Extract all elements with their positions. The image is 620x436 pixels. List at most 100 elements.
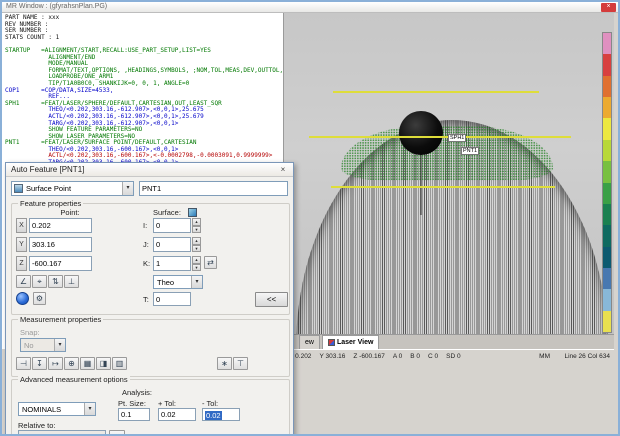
vector-flip-button[interactable]: ⇄ bbox=[204, 256, 217, 269]
status-field: C 0 bbox=[428, 353, 438, 360]
grid-sample-icon[interactable]: ▦ bbox=[80, 357, 95, 370]
nominals-select-value: NOMINALS bbox=[19, 405, 84, 414]
point-z-button[interactable]: Z bbox=[16, 256, 27, 271]
surface-picker-icon[interactable] bbox=[188, 208, 197, 217]
vector-i-field[interactable] bbox=[153, 218, 191, 233]
coordinate-readout: X 0.202Y 303.16Z -600.167A 0B 0C 0SD 0 bbox=[289, 353, 461, 360]
pt-size-label: Pt. Size: bbox=[118, 399, 146, 408]
status-field: SD 0 bbox=[446, 353, 460, 360]
feature-name-input[interactable] bbox=[139, 181, 288, 196]
burst-icon[interactable]: ∗ bbox=[217, 357, 232, 370]
vector-i-spinner: ▴ ▾ bbox=[192, 218, 201, 233]
color-scale-segment bbox=[603, 311, 611, 332]
spin-down-button[interactable]: ▾ bbox=[192, 264, 201, 272]
view-tabbar: ew Laser View bbox=[284, 334, 614, 349]
vector-k-label: K: bbox=[143, 259, 150, 268]
feature-label-sph1: SPH1 bbox=[448, 134, 466, 142]
chevron-down-icon[interactable]: ▾ bbox=[191, 276, 202, 288]
read-point-button[interactable] bbox=[16, 292, 29, 305]
angle-vector-icon[interactable]: ∠ bbox=[16, 275, 31, 288]
laser-3d-view[interactable]: SPH1 PNT1 ew Laser View bbox=[283, 13, 614, 349]
spin-up-button[interactable]: ▴ bbox=[192, 218, 201, 226]
axis-normal-icon[interactable]: ⊥ bbox=[64, 275, 79, 288]
box-filter-icon[interactable]: ◨ bbox=[96, 357, 111, 370]
plus-tol-label: + Tol: bbox=[158, 399, 176, 408]
group-advanced-title: Advanced measurement options bbox=[18, 375, 130, 384]
group-measurement-title: Measurement properties bbox=[18, 315, 103, 324]
point-x-field[interactable] bbox=[29, 218, 92, 233]
point-y-button[interactable]: Y bbox=[16, 237, 27, 252]
relative-to-field[interactable] bbox=[18, 430, 106, 436]
point-x-button[interactable]: X bbox=[16, 218, 27, 233]
window-close-button[interactable]: × bbox=[601, 3, 616, 12]
code-line: STATS COUNT : 1 bbox=[5, 35, 283, 42]
spin-up-button[interactable]: ▴ bbox=[192, 256, 201, 264]
color-scale-segment bbox=[603, 204, 611, 225]
tab-laser-view[interactable]: Laser View bbox=[322, 335, 379, 349]
collapse-button[interactable]: << bbox=[255, 292, 288, 307]
minus-tol-field[interactable]: 0.02 bbox=[202, 408, 240, 421]
spin-down-button[interactable]: ▾ bbox=[192, 245, 201, 253]
chevron-down-icon[interactable]: ▾ bbox=[84, 403, 95, 415]
sphere-feature bbox=[399, 111, 443, 155]
vector-k-field[interactable] bbox=[153, 256, 191, 271]
flip-vector-icon[interactable]: ⇅ bbox=[48, 275, 63, 288]
measurement-toolbar: ⊣↧↦⊕▦◨▥ bbox=[16, 357, 127, 370]
vector-j-label: J: bbox=[143, 240, 149, 249]
dialog-close-button[interactable]: × bbox=[276, 164, 290, 175]
tab-laser-view-label: Laser View bbox=[337, 338, 373, 347]
laser-stripe-3 bbox=[331, 186, 555, 188]
t-field[interactable] bbox=[153, 292, 191, 306]
color-scale-segment bbox=[603, 33, 611, 54]
window-title: MR Window : (gfyrahsnPlan.PG) bbox=[6, 3, 107, 10]
group-feature-properties: Feature properties Point: X Y Z ∠⌖⇅⊥ ⚙ S… bbox=[11, 203, 290, 315]
browse-button[interactable]: ... bbox=[109, 430, 125, 436]
probe-depth-icon[interactable]: ↧ bbox=[32, 357, 47, 370]
status-field: A 0 bbox=[393, 353, 402, 360]
parameters-gear-button[interactable]: ⚙ bbox=[33, 292, 46, 305]
laser-stripe-1 bbox=[333, 91, 539, 93]
color-scale-segment bbox=[603, 289, 611, 310]
color-scale-segment bbox=[603, 247, 611, 268]
auto-feature-dialog: Auto Feature [PNT1] × Surface Point ▾ Fe… bbox=[5, 162, 294, 436]
color-scale-segment bbox=[603, 183, 611, 204]
chevron-down-icon[interactable]: ▾ bbox=[122, 182, 133, 195]
color-scale-segment bbox=[603, 118, 611, 139]
spin-up-button[interactable]: ▴ bbox=[192, 237, 201, 245]
chevron-down-icon[interactable]: ▾ bbox=[54, 339, 65, 351]
spin-down-button[interactable]: ▾ bbox=[192, 226, 201, 234]
dialog-titlebar: Auto Feature [PNT1] × bbox=[6, 163, 293, 177]
laser-stripe-2 bbox=[309, 136, 571, 138]
point-z-field[interactable] bbox=[29, 256, 92, 271]
theo-select-value: Theo bbox=[154, 278, 191, 287]
status-field: Y 303.16 bbox=[319, 353, 345, 360]
clearance-plane-icon[interactable]: ⊣ bbox=[16, 357, 31, 370]
probe-tee-icon[interactable]: ⊤ bbox=[233, 357, 248, 370]
color-scale-segment bbox=[603, 76, 611, 97]
point-y-field[interactable] bbox=[29, 237, 92, 252]
tab-hidden-view[interactable]: ew bbox=[299, 335, 320, 349]
snap-select[interactable]: No ▾ bbox=[20, 338, 66, 352]
laser-view-icon bbox=[328, 339, 335, 346]
nominals-select[interactable]: NOMINALS ▾ bbox=[18, 402, 96, 416]
group-advanced-options: Advanced measurement options Analysis: N… bbox=[11, 379, 290, 436]
snap-select-value: No bbox=[21, 341, 54, 350]
pt-size-field[interactable] bbox=[118, 408, 150, 421]
snap-label: Snap: bbox=[20, 328, 40, 337]
analysis-label: Analysis: bbox=[122, 388, 152, 397]
feature-label-pnt1: PNT1 bbox=[461, 147, 479, 155]
theo-select[interactable]: Theo ▾ bbox=[153, 275, 203, 289]
color-scale-segment bbox=[603, 54, 611, 75]
pin-location-icon[interactable]: ⌖ bbox=[32, 275, 47, 288]
offset-point-icon[interactable]: ↦ bbox=[48, 357, 63, 370]
feature-type-select[interactable]: Surface Point ▾ bbox=[11, 181, 134, 196]
color-scale-segment bbox=[603, 268, 611, 289]
color-scale bbox=[602, 32, 612, 333]
scan-shadow-line bbox=[420, 153, 422, 215]
target-icon[interactable]: ⊕ bbox=[64, 357, 79, 370]
group-measurement-properties: Measurement properties Snap: No ▾ ⊣↧↦⊕▦◨… bbox=[11, 319, 290, 377]
vector-j-field[interactable] bbox=[153, 237, 191, 252]
mesh-icon[interactable]: ▥ bbox=[112, 357, 127, 370]
color-scale-segment bbox=[603, 140, 611, 161]
plus-tol-field[interactable] bbox=[158, 408, 196, 421]
